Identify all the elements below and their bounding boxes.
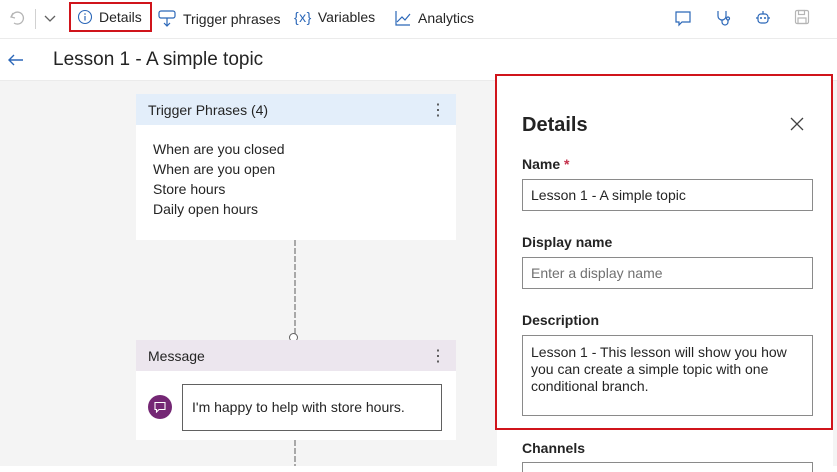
trigger-card-header: Trigger Phrases (4) ⋮ <box>136 94 456 125</box>
description-label: Description <box>522 312 600 328</box>
chevron-down-icon <box>44 15 56 22</box>
more-options-icon[interactable]: ⋮ <box>430 346 446 366</box>
undo-icon <box>10 11 25 25</box>
trigger-phrase: When are you open <box>153 161 276 177</box>
title-bar: Lesson 1 - A simple topic <box>0 39 837 81</box>
message-card[interactable]: Message ⋮ I'm happy to help with store h… <box>136 340 456 440</box>
details-panel: Details Name * Display name Description … <box>497 76 833 472</box>
message-text-box[interactable]: I'm happy to help with store hours. <box>182 384 442 431</box>
bot-icon <box>756 11 770 24</box>
trigger-phrase: When are you closed <box>153 141 285 157</box>
channels-dropdown[interactable] <box>522 462 813 472</box>
trigger-card-title: Trigger Phrases (4) <box>148 101 269 118</box>
flow-connector <box>294 240 296 334</box>
trigger-phrase-list: When are you closed When are you open St… <box>136 125 456 219</box>
back-button[interactable] <box>7 51 25 74</box>
bot-test-button[interactable] <box>754 9 772 32</box>
close-icon <box>790 117 804 131</box>
save-icon <box>794 9 810 25</box>
name-input[interactable] <box>522 179 813 211</box>
variables-label: Variables <box>317 9 376 25</box>
analytics-label: Analytics <box>418 10 475 26</box>
trigger-phrases-button[interactable]: Trigger phrases <box>157 9 281 29</box>
details-button-label: Details <box>99 9 142 25</box>
analytics-icon <box>394 9 412 27</box>
name-label-text: Name <box>522 156 561 172</box>
close-button[interactable] <box>789 116 805 137</box>
trigger-icon <box>157 9 177 29</box>
display-name-input[interactable] <box>522 257 813 289</box>
trigger-phrases-card[interactable]: Trigger Phrases (4) ⋮ When are you close… <box>136 94 456 240</box>
description-textarea[interactable]: Lesson 1 - This lesson will show you how… <box>522 335 813 416</box>
more-options-icon[interactable]: ⋮ <box>430 100 446 120</box>
info-icon <box>77 9 93 25</box>
save-button[interactable] <box>794 9 810 30</box>
required-marker: * <box>564 156 570 172</box>
name-label: Name * <box>522 156 569 172</box>
variables-button[interactable]: {x} Variables <box>294 9 375 25</box>
variables-icon: {x} <box>294 9 312 25</box>
stethoscope-button[interactable] <box>714 9 732 32</box>
toolbar-divider <box>35 9 36 29</box>
stethoscope-icon <box>717 11 731 26</box>
chat-bubble-icon <box>154 401 166 413</box>
message-card-header: Message ⋮ <box>136 340 456 371</box>
display-name-label: Display name <box>522 234 613 250</box>
flow-connector <box>294 440 296 466</box>
trigger-phrase: Daily open hours <box>153 201 259 217</box>
analytics-button[interactable]: Analytics <box>394 9 474 27</box>
page-title: Lesson 1 - A simple topic <box>53 49 264 70</box>
message-card-title: Message <box>148 347 205 364</box>
trigger-phrases-label: Trigger phrases <box>183 11 281 27</box>
more-dropdown-button[interactable] <box>43 11 57 25</box>
comment-button[interactable] <box>674 9 692 32</box>
back-arrow-icon <box>8 54 23 66</box>
details-button[interactable]: Details <box>69 2 152 32</box>
comment-icon <box>675 11 691 27</box>
toolbar: Details Trigger phrases {x} Variables An… <box>0 0 837 39</box>
trigger-phrase: Store hours <box>153 181 226 197</box>
undo-button[interactable] <box>8 9 26 27</box>
message-avatar <box>148 395 172 419</box>
channels-label: Channels <box>522 440 586 456</box>
details-panel-title: Details <box>522 114 588 136</box>
